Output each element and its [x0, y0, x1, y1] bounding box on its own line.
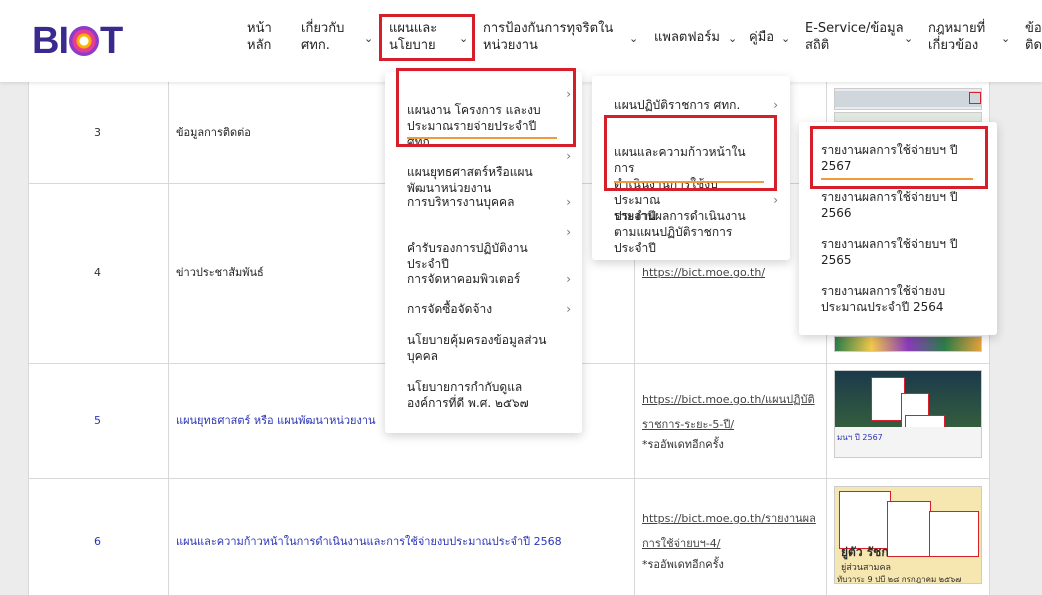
chevron-right-icon: ›	[566, 302, 571, 316]
nav-manual-label: คู่มือ	[749, 30, 775, 45]
menu-item-computers[interactable]: การจัดหาคอมพิวเตอร์ ›	[407, 271, 571, 287]
chevron-down-icon: ⌄	[781, 32, 791, 45]
chevron-right-icon: ›	[773, 193, 778, 207]
menu-item-hr[interactable]: การบริหารงานบุคคล ›	[407, 194, 571, 210]
row-title: ข้อมูลการติดต่อ	[176, 126, 251, 139]
nav-anticorruption[interactable]: การป้องกันการทุจริตใน หน่วยงาน ⌄	[483, 20, 643, 54]
menu-item-governance-policy[interactable]: นโยบายการกำกับดูแล องค์การที่ดี พ.ศ. ๒๕๖…	[407, 379, 567, 411]
row-number: 5	[94, 414, 101, 427]
logo-text-right: T	[100, 20, 123, 62]
chevron-right-icon: ›	[773, 98, 778, 112]
menu-item-label: แผนยุทธศาสตร์หรือแผน พัฒนาหน่วยงาน	[407, 165, 533, 195]
nav-eservice-label: E-Service/ข้อมูล สถิติ	[805, 21, 904, 53]
nav-law[interactable]: กฎหมายที่ เกี่ยวข้อง ⌄	[928, 20, 1013, 54]
row-divider	[28, 478, 990, 479]
highlight-box-menu2	[604, 115, 777, 191]
flower-icon	[69, 26, 99, 56]
row-title: ข่าวประชาสัมพันธ์	[176, 266, 264, 279]
bict-logo[interactable]: BI T	[32, 16, 144, 66]
update-note: *รออัพเดทอีกครั้ง	[642, 558, 724, 571]
table-border	[28, 82, 29, 595]
row-number: 4	[94, 266, 101, 279]
nav-home[interactable]: หน้า หลัก	[247, 20, 287, 54]
menu-item-label: รายงานผลการดำเนินงาน ตามแผนปฏิบัติราชการ…	[614, 209, 746, 255]
row-url-link[interactable]: https://bict.moe.go.th/แผนปฏิบัติ ราชการ…	[642, 387, 815, 437]
chevron-down-icon: ⌄	[728, 32, 738, 45]
menu-item-label: การจัดซื้อจัดจ้าง	[407, 302, 493, 316]
row-url-link[interactable]: https://bict.moe.go.th/รายงานผล การใช้จ่…	[642, 506, 816, 556]
thumbnail-caption: ทับวาระ 9 ปบี ๒๘ กรกฎาคม ๒๕๖๗	[837, 575, 962, 584]
nav-about[interactable]: เกี่ยวกับ ศทก. ⌄	[301, 20, 374, 54]
chevron-down-icon: ⌄	[904, 32, 914, 45]
highlight-box-menu3	[810, 126, 988, 189]
row-number: 3	[94, 126, 101, 139]
update-note: *รออัพเดทอีกครั้ง	[642, 438, 724, 451]
menu-item-action-report[interactable]: รายงานผลการดำเนินงาน ตามแผนปฏิบัติราชการ…	[614, 192, 778, 272]
nav-eservice[interactable]: E-Service/ข้อมูล สถิติ ⌄	[805, 20, 917, 54]
chevron-down-icon: ⌄	[364, 32, 374, 45]
chevron-right-icon: ›	[566, 195, 571, 209]
logo-text-left: BI	[32, 20, 69, 62]
menu-item-report-2566[interactable]: รายงานผลการใช้จ่ายบฯ ปี 2566	[821, 189, 981, 221]
thumbnail-image[interactable]: ยู่ตัว รัชก ยู่ส่วนสามคล ทับวาระ 9 ปบี ๒…	[834, 486, 982, 584]
chevron-down-icon: ⌄	[1001, 32, 1011, 45]
menu-item-label: การจัดหาคอมพิวเตอร์	[407, 272, 521, 286]
nav-anticorruption-label: การป้องกันการทุจริตใน หน่วยงาน	[483, 21, 614, 53]
chevron-down-icon: ⌄	[629, 32, 639, 45]
menu-item-label: แผนปฏิบัติราชการ ศทก.	[614, 98, 741, 112]
thumbnail-caption: ยู่ส่วนสามคล	[841, 563, 891, 573]
table-divider	[168, 82, 169, 595]
thumbnail-image[interactable]: มนฯ ปี 2567	[834, 370, 982, 458]
thumbnail-caption: มนฯ ปี 2567	[837, 433, 883, 442]
nav-about-label: เกี่ยวกับ ศทก.	[301, 21, 345, 53]
menu-item-report-2565[interactable]: รายงานผลการใช้จ่ายบฯ ปี 2565	[821, 236, 981, 268]
menu-item-label: คำรับรองการปฏิบัติงาน ประจำปี	[407, 241, 528, 271]
menu-item-privacy-policy[interactable]: นโยบายคุ้มครองข้อมูลส่วน บุคคล	[407, 332, 567, 364]
chevron-right-icon: ›	[566, 149, 571, 163]
highlight-box-nav-plan	[379, 14, 475, 61]
nav-manual[interactable]: คู่มือ ⌄	[749, 29, 799, 46]
thumbnail-image	[834, 112, 982, 122]
menu-item-action-plan[interactable]: แผนปฏิบัติราชการ ศทก. ›	[614, 97, 778, 113]
menu-item-report-2564[interactable]: รายงานผลการใช้จ่ายงบ ประมาณประจำปี 2564	[821, 283, 981, 315]
nav-platform[interactable]: แพลตฟอร์ม ⌄	[654, 29, 740, 46]
thumbnail-image	[834, 336, 982, 352]
chevron-right-icon: ›	[566, 225, 571, 239]
row-title-link[interactable]: แผนและความก้าวหน้าในการดำเนินงานและการใช…	[176, 533, 562, 550]
row-number: 6	[94, 535, 101, 548]
menu-item-procurement[interactable]: การจัดซื้อจัดจ้าง ›	[407, 301, 571, 317]
chevron-right-icon: ›	[566, 272, 571, 286]
row-title-link[interactable]: แผนยุทธศาสตร์ หรือ แผนพัฒนาหน่วยงาน	[176, 412, 376, 429]
nav-platform-label: แพลตฟอร์ม	[654, 30, 720, 45]
thumbnail-image[interactable]	[834, 88, 982, 110]
nav-more[interactable]: ข้อ ติด	[1025, 20, 1042, 54]
highlight-box-menu1	[396, 68, 576, 147]
menu-item-label: การบริหารงานบุคคล	[407, 195, 515, 209]
